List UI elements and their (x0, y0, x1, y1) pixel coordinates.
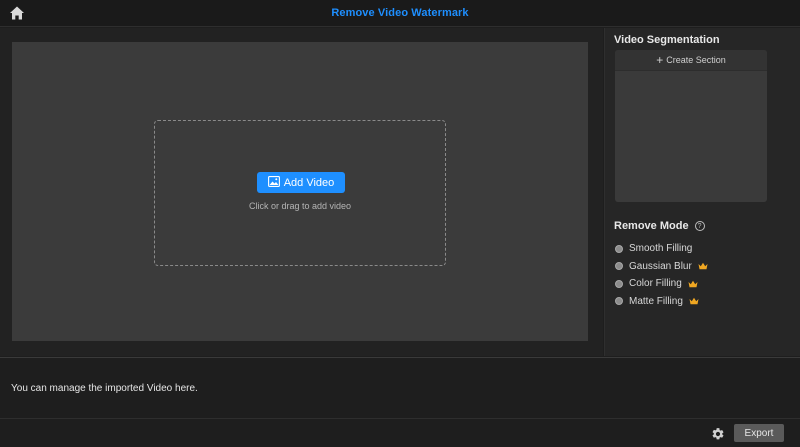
mode-option-matte-filling[interactable]: Matte Filling (615, 293, 708, 311)
crown-icon (688, 280, 698, 287)
segmentation-panel: + Create Section (615, 50, 767, 202)
footer: Export (0, 418, 800, 447)
video-manager-bar: You can manage the imported Video here. (0, 357, 800, 418)
add-video-button[interactable]: Add Video (257, 172, 345, 193)
crown-icon (689, 298, 699, 305)
sidebar: Video Segmentation + Create Section Remo… (604, 28, 800, 356)
plus-icon: + (656, 52, 664, 67)
video-preview-area: Add Video Click or drag to add video (12, 42, 588, 341)
title-bar: Remove Video Watermark (0, 0, 800, 27)
app-title: Remove Video Watermark (331, 7, 469, 19)
drop-hint: Click or drag to add video (248, 201, 352, 211)
gear-icon[interactable] (711, 427, 725, 441)
mode-label: Gaussian Blur (629, 260, 692, 272)
help-icon[interactable]: ? (694, 221, 705, 231)
remove-mode-title: Remove Mode (614, 220, 689, 232)
add-video-label: Add Video (283, 176, 335, 189)
video-dropzone[interactable]: Add Video Click or drag to add video (154, 120, 446, 266)
radio-button[interactable] (615, 297, 623, 306)
radio-button[interactable] (615, 279, 623, 288)
mode-label: Smooth Filling (629, 243, 693, 255)
remove-mode-list: Smooth Filling Gaussian Blur Color Filli… (615, 240, 708, 310)
create-section-button[interactable]: + Create Section (615, 50, 767, 71)
mode-label: Matte Filling (629, 295, 683, 307)
mode-option-smooth-filling[interactable]: Smooth Filling (615, 240, 708, 258)
mode-option-color-filling[interactable]: Color Filling (615, 275, 708, 293)
mode-label: Color Filling (629, 278, 682, 290)
radio-button[interactable] (615, 262, 623, 271)
remove-mode-header: Remove Mode ? (614, 220, 705, 232)
crown-icon (698, 263, 708, 270)
image-add-icon (267, 175, 280, 190)
create-section-label: Create Section (666, 55, 726, 65)
radio-button[interactable] (615, 244, 623, 253)
workspace: Add Video Click or drag to add video (0, 28, 603, 356)
manage-text: You can manage the imported Video here. (11, 383, 198, 394)
segmentation-title: Video Segmentation (614, 34, 720, 46)
mode-option-gaussian-blur[interactable]: Gaussian Blur (615, 258, 708, 276)
export-button[interactable]: Export (734, 424, 784, 442)
